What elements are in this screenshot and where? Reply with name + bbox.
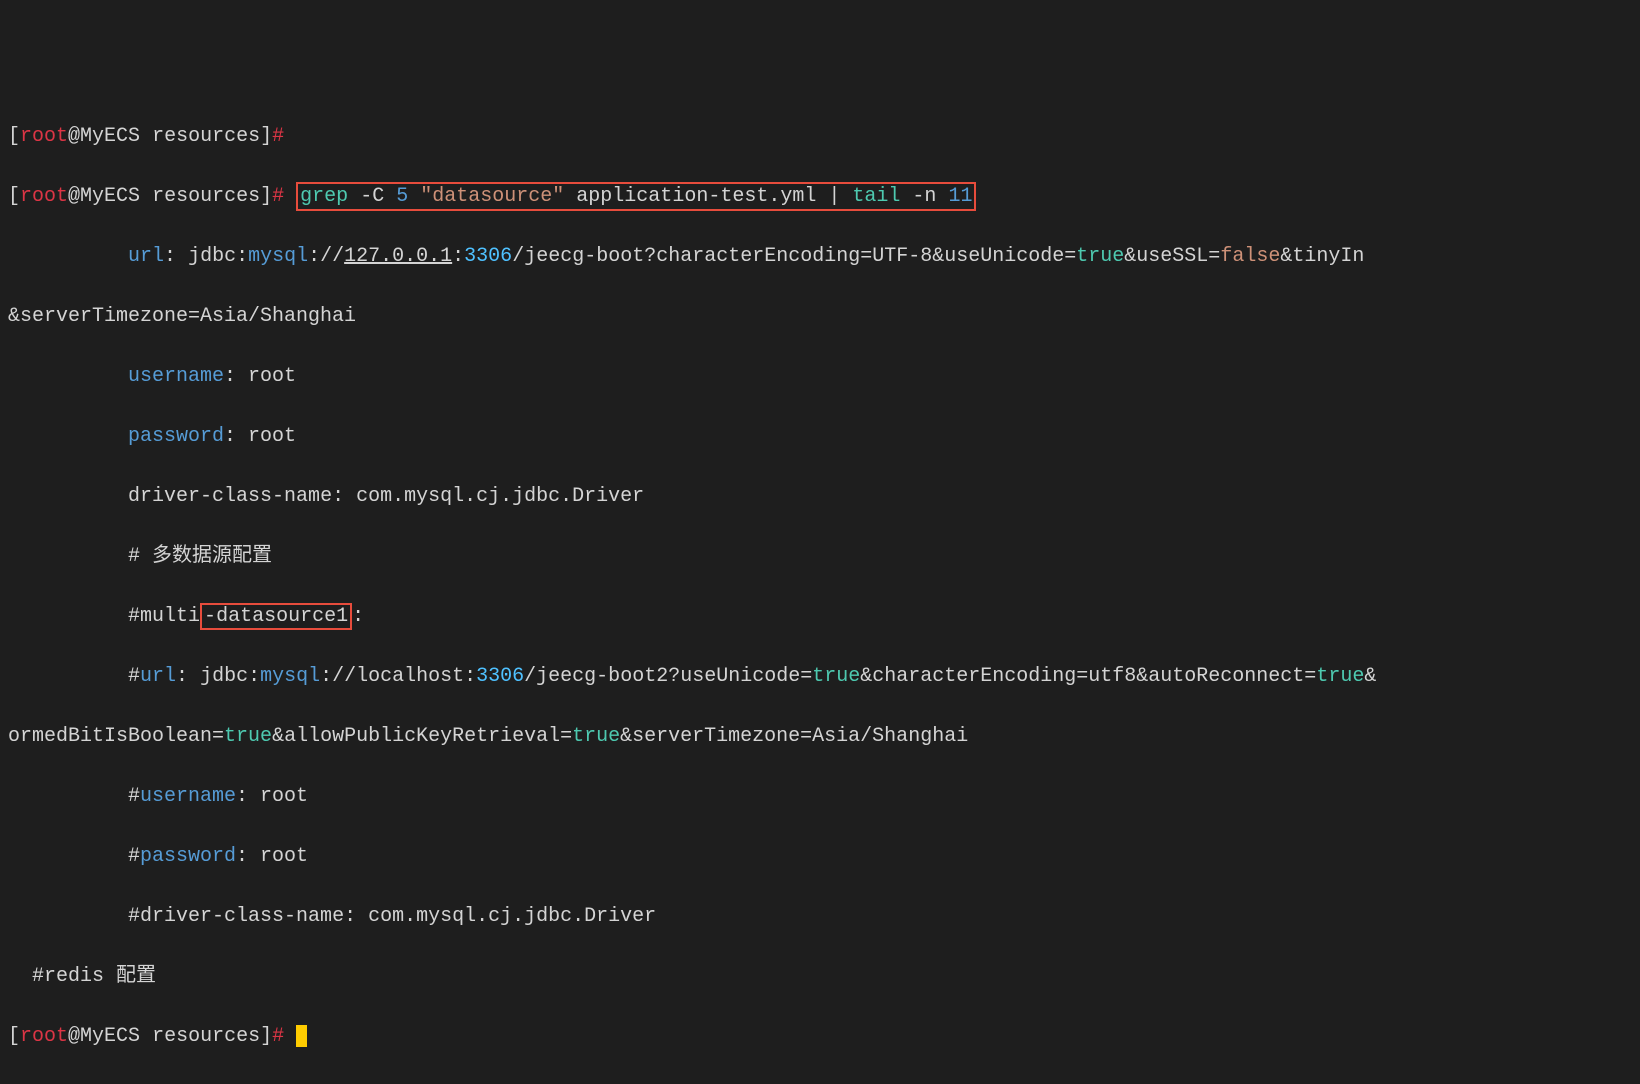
grep-cmd: grep xyxy=(300,185,348,208)
output-line-9: ormedBitIsBoolean=true&allowPublicKeyRet… xyxy=(8,722,1632,752)
output-line-3: username: root xyxy=(8,362,1632,392)
output-line-7: #multi-datasource1: xyxy=(8,602,1632,632)
output-line-11: #password: root xyxy=(8,842,1632,872)
output-line-12: #driver-class-name: com.mysql.cj.jdbc.Dr… xyxy=(8,902,1632,932)
output-line-2: &serverTimezone=Asia/Shanghai xyxy=(8,302,1632,332)
tail-cmd: tail xyxy=(852,185,900,208)
output-line-8: #url: jdbc:mysql://localhost:3306/jeecg-… xyxy=(8,662,1632,692)
output-line-1: url: jdbc:mysql://127.0.0.1:3306/jeecg-b… xyxy=(8,242,1632,272)
prompt-line-1: [root@MyECS resources]# xyxy=(8,122,1632,152)
command-box: grep -C 5 "datasource" application-test.… xyxy=(296,182,976,211)
cursor[interactable] xyxy=(296,1025,307,1047)
output-line-5: driver-class-name: com.mysql.cj.jdbc.Dri… xyxy=(8,482,1632,512)
output-line-4: password: root xyxy=(8,422,1632,452)
output-line-10: #username: root xyxy=(8,782,1632,812)
output-line-6: # 多数据源配置 xyxy=(8,542,1632,572)
prompt-line-2[interactable]: [root@MyECS resources]# grep -C 5 "datas… xyxy=(8,182,1632,212)
output-line-13: #redis 配置 xyxy=(8,962,1632,992)
prompt-line-3[interactable]: [root@MyECS resources]# xyxy=(8,1022,1632,1052)
datasource-highlight: -datasource1 xyxy=(200,603,352,630)
